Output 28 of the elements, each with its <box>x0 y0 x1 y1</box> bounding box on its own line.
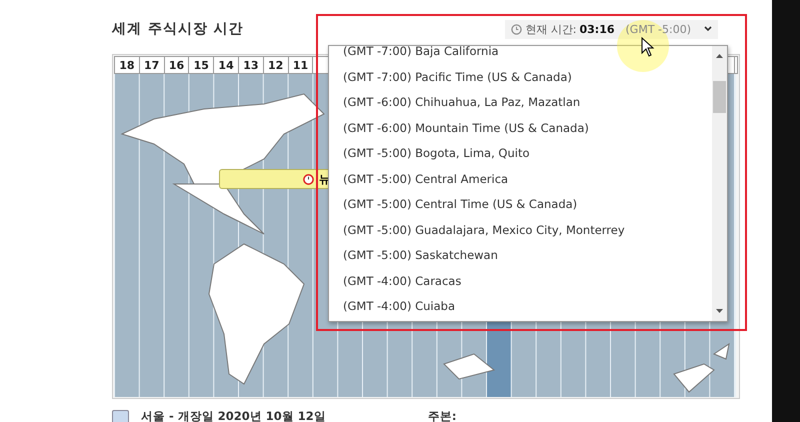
hour-label: 12 <box>264 57 289 73</box>
scroll-thumb[interactable] <box>713 81 726 113</box>
clock-icon <box>511 24 522 34</box>
page-title: 세계 주식시장 시간 <box>112 20 244 38</box>
hour-label: 14 <box>214 57 239 73</box>
timezone-option[interactable]: (GMT -4:00) Cuiaba <box>329 294 712 320</box>
timezone-option[interactable]: (GMT -5:00) Central Time (US & Canada) <box>329 192 712 218</box>
scroll-down-icon <box>716 309 723 313</box>
timezone-option[interactable]: (GMT -6:00) Chihuahua, La Paz, Mazatlan <box>329 90 712 116</box>
clock-icon <box>303 174 314 184</box>
caret-icon <box>704 26 712 32</box>
scrollbar[interactable] <box>712 46 727 321</box>
legend-text: 서울 - 개장일 2020년 10월 12일 <box>141 409 326 422</box>
timezone-option[interactable]: (GMT -7:00) Baja California <box>329 46 712 64</box>
timezone-option[interactable]: (GMT -5:00) Saskatchewan <box>329 243 712 268</box>
legend-text: 주본: <box>428 409 456 422</box>
timezone-option[interactable]: (GMT -6:00) Mountain Time (US & Canada) <box>329 116 712 141</box>
timezone-option[interactable]: (GMT -7:00) Pacific Time (US & Canada) <box>329 64 712 90</box>
scroll-up-icon <box>716 54 723 58</box>
hour-label: 15 <box>189 57 214 73</box>
hour-label: 11 <box>288 57 314 73</box>
timezone-option[interactable]: (GMT -4:00) Caracas <box>329 268 712 294</box>
hour-label: 16 <box>164 57 190 73</box>
hour-label: 13 <box>238 57 264 73</box>
hour-label: 18 <box>115 57 140 73</box>
timezone-option[interactable]: (GMT -5:00) Guadalajara, Mexico City, Monterrey <box>329 218 712 243</box>
hour-label: 17 <box>140 57 165 73</box>
timezone-option[interactable]: (GMT -5:00) Bogota, Lima, Quito <box>329 141 712 166</box>
